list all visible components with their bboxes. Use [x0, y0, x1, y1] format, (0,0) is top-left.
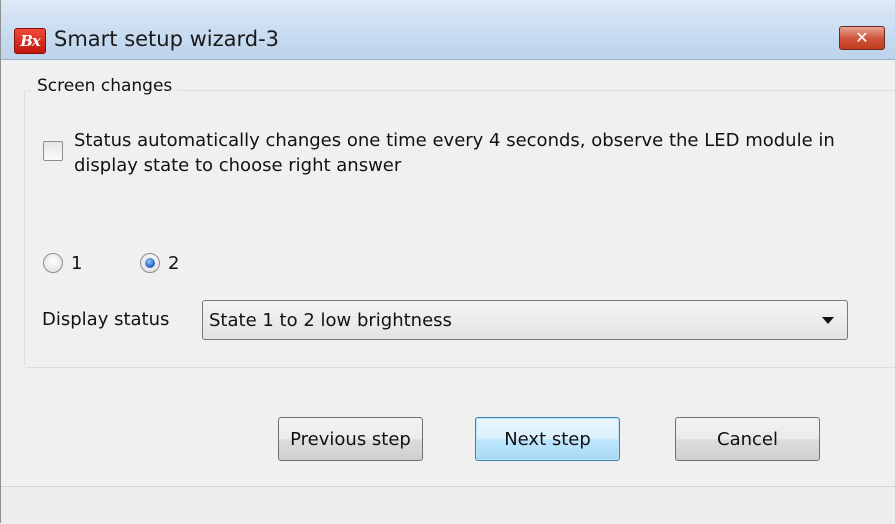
display-status-label: Display status: [42, 309, 170, 330]
chevron-down-icon: [822, 317, 834, 324]
close-button[interactable]: ✕: [839, 26, 885, 50]
group-title: Screen changes: [31, 76, 179, 96]
radio-option-1[interactable]: [43, 253, 63, 273]
auto-change-checkbox-label[interactable]: Status automatically changes one time ev…: [74, 128, 889, 178]
display-status-select[interactable]: State 1 to 2 low brightness: [202, 300, 848, 340]
radio-option-2[interactable]: [140, 253, 160, 273]
window-title: Smart setup wizard-3: [54, 27, 280, 51]
next-step-button[interactable]: Next step: [475, 417, 620, 461]
footer-strip: [1, 486, 895, 524]
display-status-value: State 1 to 2 low brightness: [209, 310, 452, 331]
close-icon: ✕: [855, 28, 869, 47]
auto-change-checkbox[interactable]: [43, 141, 63, 161]
radio-option-2-label[interactable]: 2: [168, 253, 179, 274]
title-bar[interactable]: Bx Smart setup wizard-3 ✕: [1, 0, 895, 60]
app-logo-icon: Bx: [14, 28, 46, 54]
cancel-button[interactable]: Cancel: [675, 417, 820, 461]
radio-option-1-label[interactable]: 1: [71, 253, 82, 274]
wizard-window: Bx Smart setup wizard-3 ✕ Screen changes…: [0, 0, 895, 524]
previous-step-button[interactable]: Previous step: [278, 417, 423, 461]
